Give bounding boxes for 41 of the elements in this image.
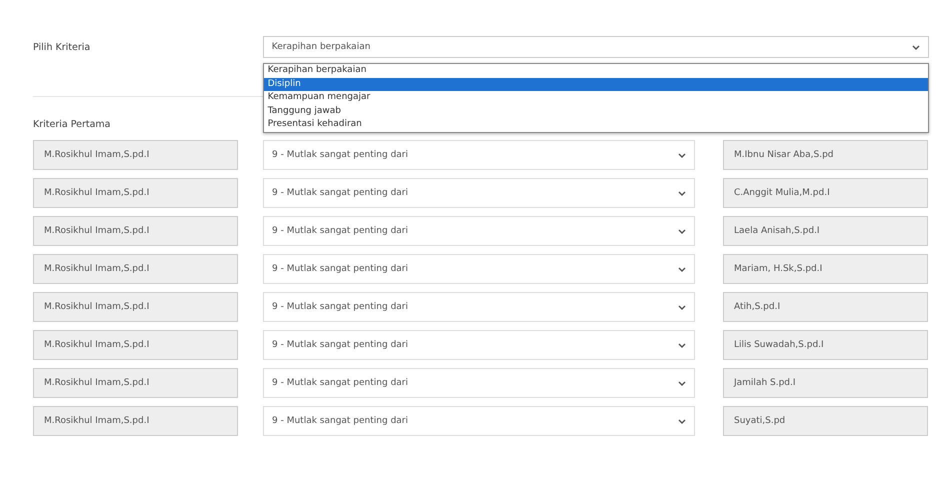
readonly-field: M.Rosikhul Imam,S.pd.I (33, 292, 238, 322)
dropdown-option[interactable]: Kemampuan mengajar (264, 91, 928, 104)
readonly-field: M.Rosikhul Imam,S.pd.I (33, 330, 238, 360)
readonly-field: Suyati,S.pd (723, 406, 928, 436)
readonly-field: M.Rosikhul Imam,S.pd.I (33, 140, 238, 170)
dropdown-option[interactable]: Tanggung jawab (264, 104, 928, 118)
chevron-down-icon (678, 380, 686, 386)
readonly-field: M.Rosikhul Imam,S.pd.I (33, 368, 238, 398)
readonly-field: M.Ibnu Nisar Aba,S.pd (723, 140, 928, 170)
readonly-field: Lilis Suwadah,S.pd.I (723, 330, 928, 360)
scale-select[interactable]: 9 - Mutlak sangat penting dari (263, 330, 695, 360)
chevron-down-icon (678, 152, 686, 158)
chevron-down-icon (678, 266, 686, 272)
readonly-field: M.Rosikhul Imam,S.pd.I (33, 406, 238, 436)
scale-select[interactable]: 9 - Mutlak sangat penting dari (263, 254, 695, 284)
scale-select[interactable]: 9 - Mutlak sangat penting dari (263, 178, 695, 208)
criteria-select[interactable]: Kerapihan berpakaian (262, 36, 929, 58)
field-label: Pilih Kriteria (33, 42, 92, 52)
scale-select[interactable]: 9 - Mutlak sangat penting dari (263, 292, 695, 322)
dropdown-option[interactable]: Kerapihan berpakaian (264, 64, 928, 78)
readonly-field: C.Anggit Mulia,M.pd.I (723, 178, 928, 208)
chevron-down-icon (912, 44, 920, 50)
readonly-field: Mariam, H.Sk,S.pd.I (723, 254, 928, 284)
chevron-down-icon (678, 342, 686, 348)
chevron-down-icon (678, 418, 686, 424)
section-title: Kriteria Pertama (33, 119, 110, 130)
dropdown-option[interactable]: Disiplin (264, 78, 928, 91)
readonly-field: M.Rosikhul Imam,S.pd.I (33, 254, 238, 284)
scale-select[interactable]: 9 - Mutlak sangat penting dari (263, 368, 695, 398)
readonly-field: Jamilah S.pd.I (723, 368, 928, 398)
scale-select[interactable]: 9 - Mutlak sangat penting dari (263, 406, 695, 436)
scale-select[interactable]: 9 - Mutlak sangat penting dari (263, 140, 695, 170)
chevron-down-icon (678, 190, 686, 196)
readonly-field: Atih,S.pd.I (723, 292, 928, 322)
scale-select[interactable]: 9 - Mutlak sangat penting dari (263, 216, 695, 246)
dropdown-option[interactable]: Presentasi kehadiran (264, 118, 928, 132)
readonly-field: Laela Anisah,S.pd.I (723, 216, 928, 246)
chevron-down-icon (678, 228, 686, 234)
chevron-down-icon (678, 304, 686, 310)
readonly-field: M.Rosikhul Imam,S.pd.I (33, 216, 238, 246)
readonly-field: M.Rosikhul Imam,S.pd.I (33, 178, 238, 208)
